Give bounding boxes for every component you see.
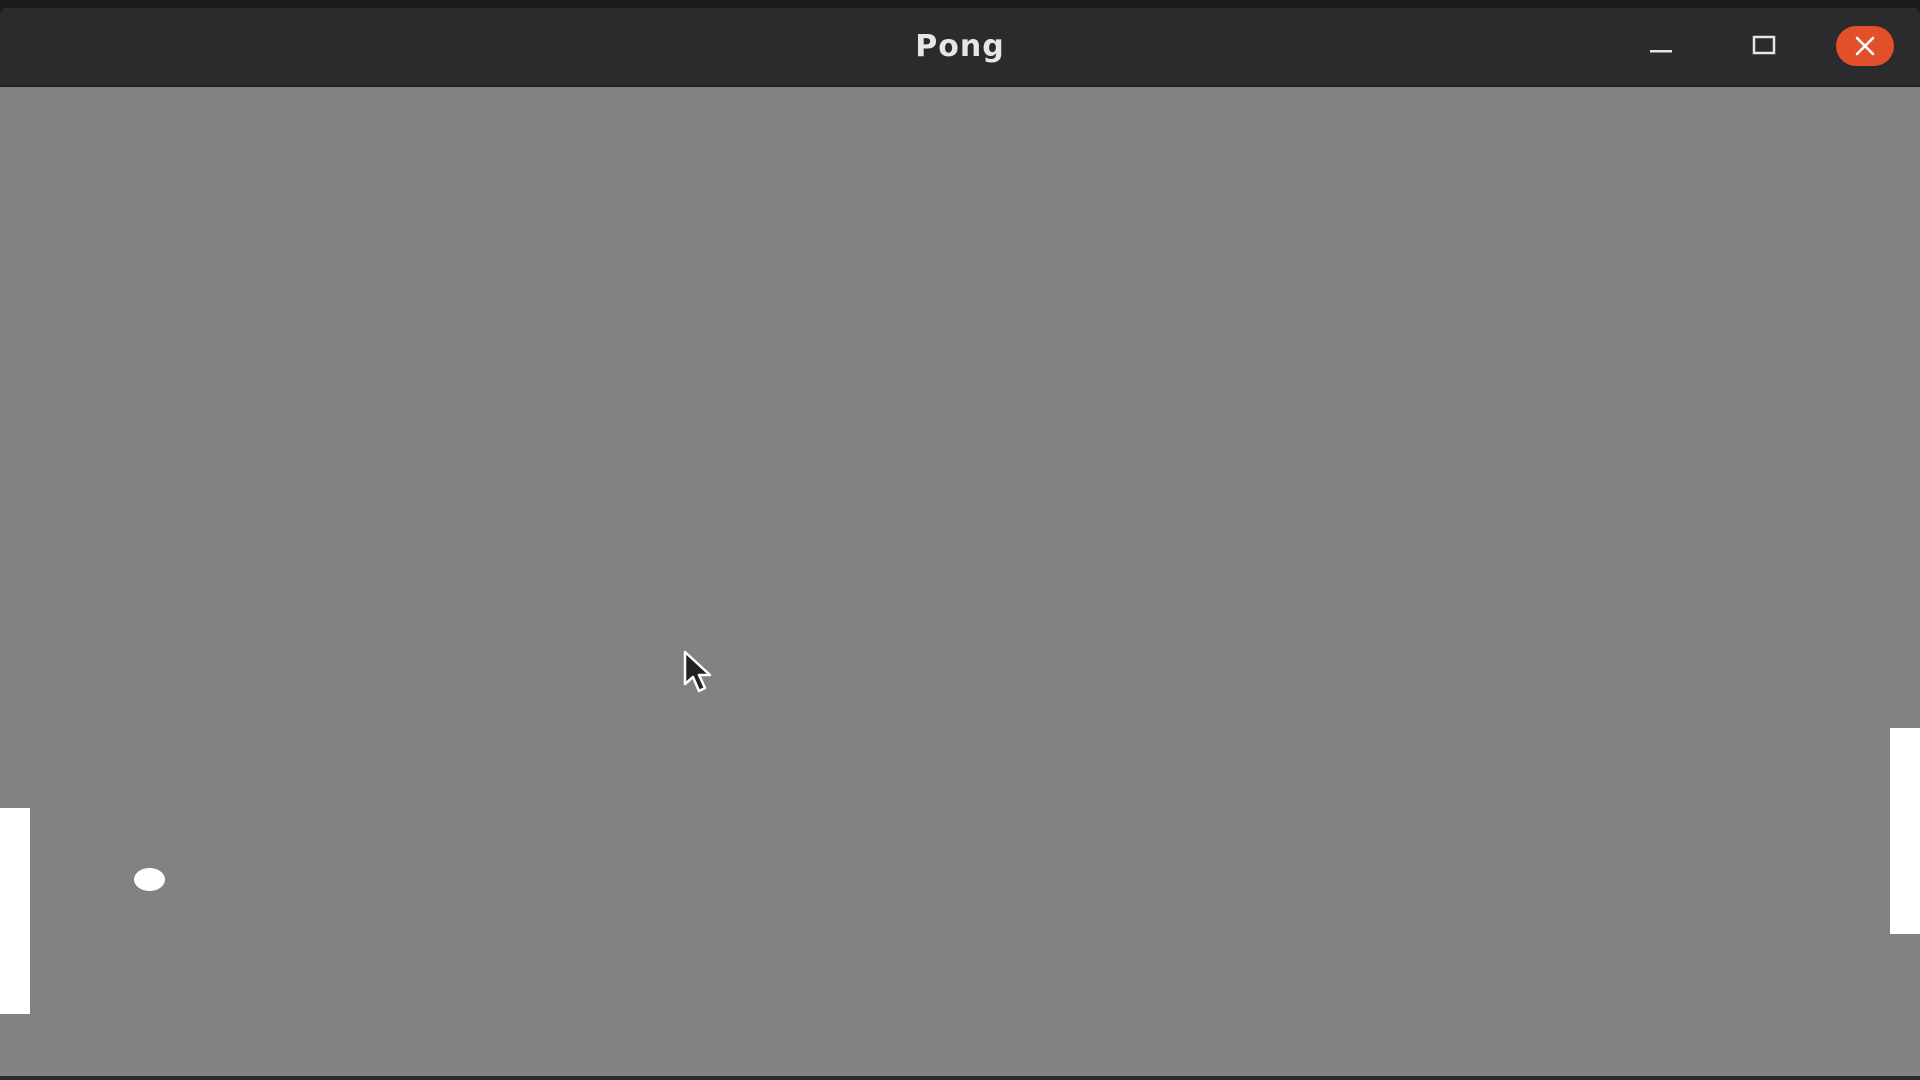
- left-paddle: [0, 808, 30, 1014]
- right-paddle: [1890, 728, 1920, 934]
- maximize-button[interactable]: [1745, 27, 1783, 65]
- minimize-icon: [1650, 50, 1672, 53]
- maximize-icon: [1752, 35, 1776, 55]
- close-button[interactable]: [1836, 26, 1894, 66]
- game-canvas[interactable]: [0, 87, 1920, 1076]
- window-bottom-border: [0, 1076, 1920, 1080]
- ball: [134, 868, 165, 891]
- title-bar[interactable]: Pong: [0, 8, 1920, 87]
- minimize-button[interactable]: [1642, 27, 1680, 65]
- pong-window: Pong: [0, 8, 1920, 1076]
- mouse-pointer-icon: [683, 650, 712, 693]
- window-title: Pong: [915, 29, 1005, 64]
- close-icon: [1855, 36, 1875, 56]
